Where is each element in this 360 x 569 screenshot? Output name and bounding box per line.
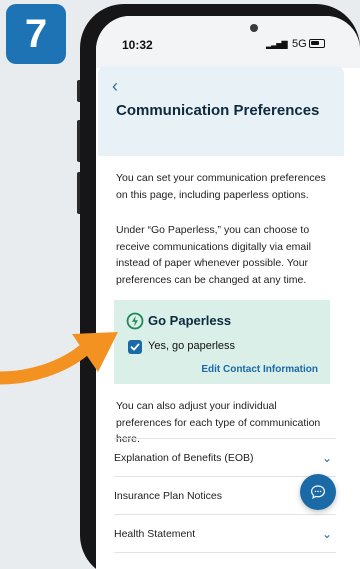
card-header: ‹ Communication Preferences [98,66,344,156]
phone-screen: 10:32 ▂▃▅▇ 5G ‹ Communication Preference… [96,16,360,569]
checkmark-icon [130,343,140,351]
back-button[interactable]: ‹ [112,76,118,97]
list-item-label: Health Statement [114,527,196,540]
preferences-card: ‹ Communication Preferences You can set … [98,66,344,569]
go-paperless-panel: Go Paperless Yes, go paperless Edit Cont… [114,300,330,384]
chevron-down-icon: ⌄ [321,450,332,465]
chat-bubble-icon [311,485,325,499]
status-bar: 10:32 ▂▃▅▇ 5G [96,16,360,68]
list-item-next[interactable] [114,552,336,569]
step-number-badge: 7 [6,4,66,64]
camera-dot [250,24,258,32]
go-paperless-title: Go Paperless [148,313,232,328]
intro-paragraph-1: You can set your communication preferenc… [116,172,326,201]
go-paperless-checkbox[interactable] [128,340,142,354]
status-time: 10:32 [122,38,153,52]
go-paperless-checkbox-label[interactable]: Yes, go paperless [148,340,235,352]
chat-button[interactable] [300,474,336,510]
list-item-label: Insurance Plan Notices [114,489,222,502]
edit-contact-information-link[interactable]: Edit Contact Information [201,364,318,375]
pointer-arrow [0,332,118,385]
list-item-health-statement[interactable]: Health Statement ⌄ [114,514,336,552]
list-item-eob[interactable]: Explanation of Benefits (EOB) ⌄ [114,438,336,476]
battery-icon [309,39,325,48]
list-item-label: Explanation of Benefits (EOB) [114,451,254,464]
network-label: 5G [292,38,307,50]
signal-icon: ▂▃▅▇ [266,40,288,49]
intro-paragraph-2: Under “Go Paperless,” you can choose to … [116,224,311,286]
page-title: Communication Preferences [116,102,320,119]
chevron-down-icon: ⌄ [321,526,332,541]
